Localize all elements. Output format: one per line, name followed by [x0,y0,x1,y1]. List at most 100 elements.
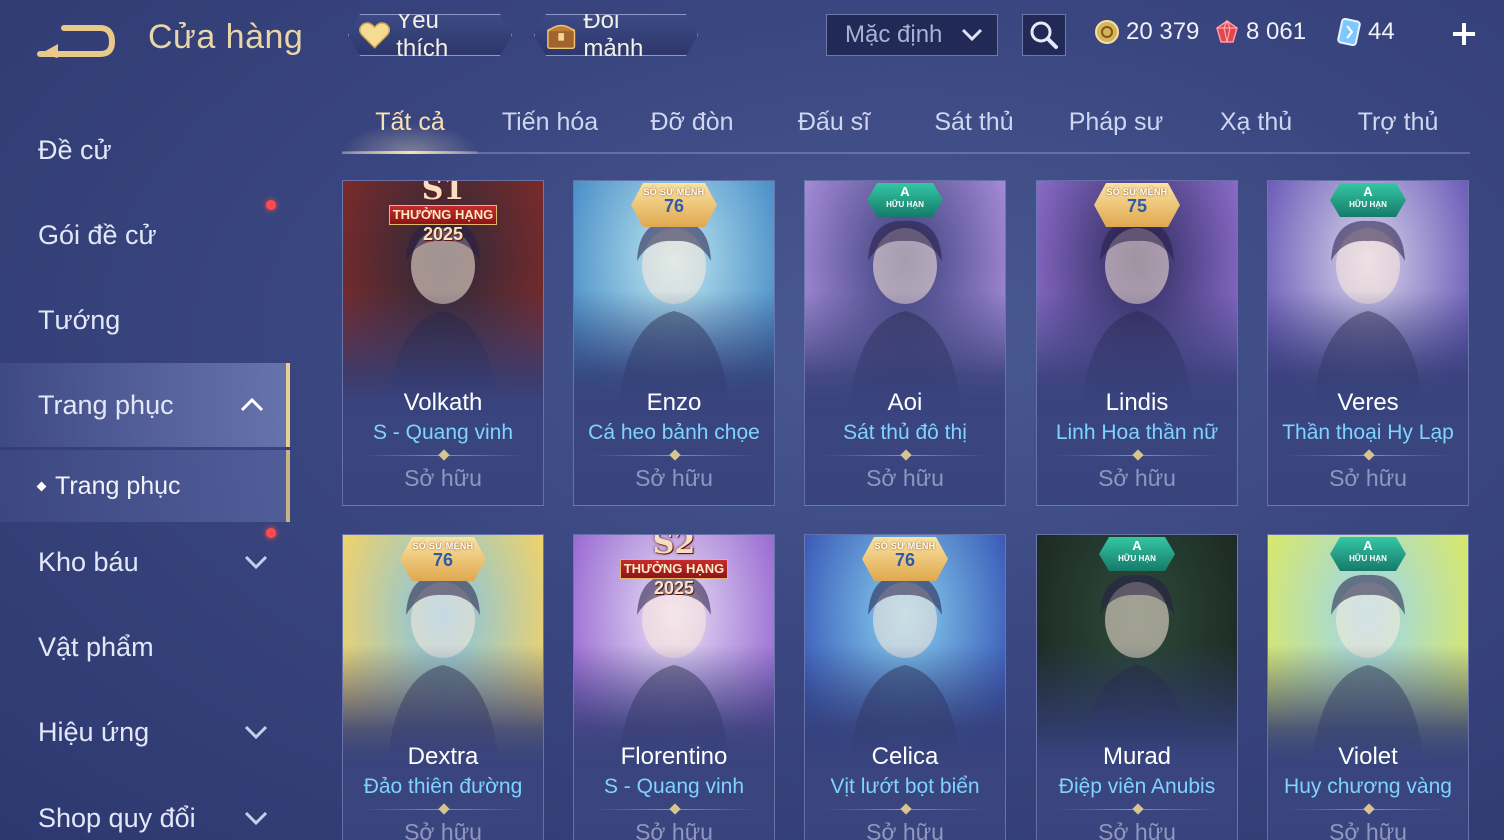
fate-number-value: 75 [1126,196,1148,216]
sidebar-item-effects[interactable]: Hiệu ứng [0,690,290,774]
skin-name: Cá heo bảnh chọe [588,421,760,444]
limited-grade: A [1363,538,1373,553]
ruby-currency: 8 061 [1214,14,1306,50]
skin-name: Đảo thiên đường [363,775,523,798]
skin-name: Vịt lướt bọt biển [830,775,980,798]
top-bar: Cửa hàng Yêu thích Đổi mảnh Mặc định 20 [0,0,1504,80]
hero-portrait-icon [1082,220,1192,401]
ownership-status: Sở hữu [1098,819,1176,840]
fate-number-badge: SỐ SỨ MỆNH 76 [631,183,717,227]
chevron-up-icon [240,397,264,412]
tab-support[interactable]: Trợ thủ [1330,108,1466,150]
chevron-down-icon [244,555,268,570]
skin-grid: S1 THƯỞNG HẠNG 2025 Volkath S - Quang vinh Sở… [342,180,1470,840]
hero-name: Dextra [407,743,479,770]
skin-card[interactable]: SỐ SỨ MỆNH 76 Celica Vịt lướt bọt biển Sở hữ… [804,534,1006,840]
voucher-card-icon [1337,18,1361,46]
hero-name: Violet [1338,743,1398,770]
hero-name: Lindis [1105,389,1169,416]
tab-fighter[interactable]: Đấu sĩ [766,108,902,150]
search-button[interactable] [1022,14,1066,56]
sidebar-subitem-label: Trang phục [55,471,181,500]
favorites-label: Yêu thích [396,7,449,62]
skin-card[interactable]: S1 THƯỞNG HẠNG 2025 Volkath S - Quang vinh Sở… [342,180,544,506]
skin-card[interactable]: A HỮU HẠN Murad Điệp viên Anubis Sở hữu [1036,534,1238,840]
season-number: S2 [652,534,696,561]
sort-dropdown[interactable]: Mặc định [826,14,998,56]
sort-value: Mặc định [845,21,943,48]
treasure-chest-icon [545,19,577,51]
hero-portrait-icon [388,574,498,755]
skin-card[interactable]: SỐ SỨ MỆNH 76 Dextra Đảo thiên đường Sở hữu [342,534,544,840]
tab-tank[interactable]: Đỡ đòn [624,108,760,150]
sidebar-item-label: Gói đề cử [38,219,157,250]
voucher-amount: 44 [1368,18,1395,45]
sidebar-item-recommended-packs[interactable]: Gói đề cử [0,193,290,277]
shard-exchange-button[interactable]: Đổi mảnh [534,14,698,56]
ownership-status: Sở hữu [1098,465,1176,491]
search-icon [1030,21,1058,49]
limited-grade: A [900,184,910,199]
limited-label: HỮU HẠN [1118,554,1156,563]
sidebar-item-exchange-shop[interactable]: Shop quy đổi [0,776,290,840]
season-rank-label: THƯỞNG HẠNG [620,559,728,579]
fate-number-label: SỐ SỨ MỆNH [643,187,705,197]
tab-assassin[interactable]: Sát thủ [906,108,1042,150]
sidebar-item-label: Tướng [38,304,121,335]
back-button[interactable] [36,22,116,60]
skin-card[interactable]: A HỮU HẠN Veres Thần thoại Hy Lạp Sở hữu [1267,180,1469,506]
sidebar-item-skins[interactable]: Trang phục [0,363,290,447]
sidebar-item-label: Vật phẩm [38,631,154,662]
tab-all[interactable]: Tất cả [342,108,478,150]
hero-portrait-icon [850,574,960,755]
skin-card[interactable]: SỐ SỨ MỆNH 76 Enzo Cá heo bảnh chọe Sở hữu [573,180,775,506]
page-title: Cửa hàng [148,18,304,56]
ownership-status: Sở hữu [404,465,482,491]
ownership-status: Sở hữu [866,465,944,491]
gold-amount: 20 379 [1126,18,1200,45]
limited-grade-badge: A HỮU HẠN [1099,537,1175,571]
ownership-status: Sở hữu [635,819,713,840]
fate-number-badge: SỐ SỨ MỆNH 75 [1094,183,1180,227]
hero-name: Celica [871,743,939,770]
fate-number-badge: SỐ SỨ MỆNH 76 [862,537,948,581]
shard-exchange-label: Đổi mảnh [583,7,644,62]
season-rank-label: THƯỞNG HẠNG [389,205,497,225]
chevron-down-icon [244,725,268,740]
hero-portrait-icon [1082,574,1192,755]
ownership-status: Sở hữu [635,465,713,491]
sidebar-item-treasure[interactable]: Kho báu [0,520,290,604]
sidebar-item-recommended[interactable]: Đề cử [0,108,290,192]
season-rank-badge: S1 THƯỞNG HẠNG 2025 [388,180,498,243]
gold-coin-icon [1095,20,1119,44]
skin-card[interactable]: S2 THƯỞNG HẠNG 2025 Florentino S - Quang vin… [573,534,775,840]
hero-name: Florentino [620,743,728,770]
plus-icon [1453,23,1475,45]
skin-card[interactable]: A HỮU HẠN Violet Huy chương vàng Sở hữu [1267,534,1469,840]
limited-grade-badge: A HỮU HẠN [1330,183,1406,217]
sidebar-item-items[interactable]: Vật phẩm [0,605,290,689]
tab-mage[interactable]: Pháp sư [1048,108,1184,150]
skin-name: Thần thoại Hy Lạp [1282,421,1454,444]
skin-card[interactable]: SỐ SỨ MỆNH 75 Lindis Linh Hoa thần nữ Sở hữu [1036,180,1238,506]
favorites-button[interactable]: Yêu thích [348,14,512,56]
skin-card[interactable]: A HỮU HẠN Aoi Sát thủ đô thị Sở hữu [804,180,1006,506]
fate-number-value: 76 [432,550,454,570]
sidebar-subitem-skins[interactable]: Trang phục [0,450,290,522]
hero-portrait-icon [1313,574,1423,755]
role-filter-tabs: Tất cả Tiến hóa Đỡ đòn Đấu sĩ Sát thủ Ph… [342,100,1470,154]
ownership-status: Sở hữu [1329,819,1407,840]
tab-marksman[interactable]: Xạ thủ [1188,108,1324,150]
limited-grade-badge: A HỮU HẠN [1330,537,1406,571]
tab-evolution[interactable]: Tiến hóa [482,108,618,150]
season-number: S1 [421,180,465,207]
ownership-status: Sở hữu [1329,465,1407,491]
skin-name: Điệp viên Anubis [1058,775,1216,798]
ownership-status: Sở hữu [866,819,944,840]
hero-portrait-icon [850,220,960,401]
sidebar-item-label: Shop quy đổi [38,802,196,833]
sidebar-item-label: Kho báu [38,546,139,577]
add-currency-button[interactable] [1444,14,1484,54]
sidebar-item-heroes[interactable]: Tướng [0,278,290,362]
voucher-currency: 44 [1336,14,1395,50]
